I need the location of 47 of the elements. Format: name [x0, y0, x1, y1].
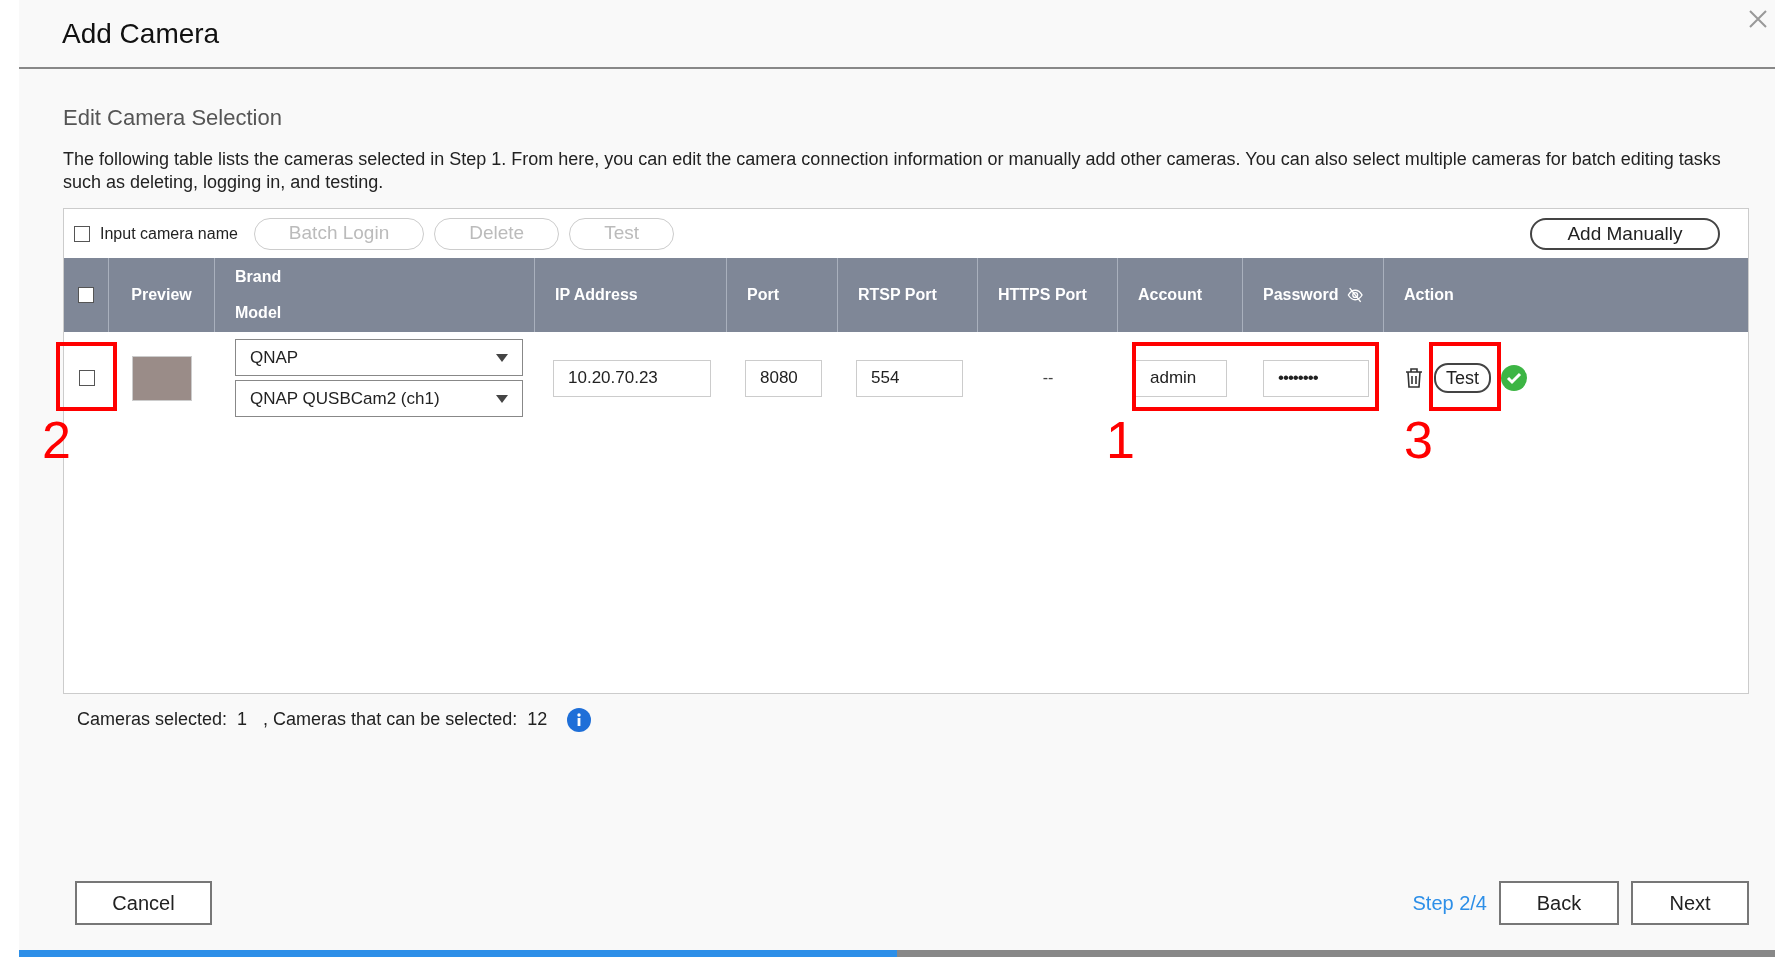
account-field[interactable]: admin	[1135, 359, 1227, 397]
checkbox-label: Input camera name	[100, 223, 238, 244]
annotation-number: 2	[42, 414, 71, 466]
ip-address-field[interactable]: 10.20.70.23	[553, 359, 711, 397]
model-dropdown[interactable]: QNAP QUSBCam2 (ch1)	[235, 380, 523, 417]
column-header: RTSP Port	[858, 285, 937, 305]
annotation-box	[56, 342, 117, 411]
camera-preview-thumbnail	[132, 355, 192, 401]
trash-icon[interactable]	[1404, 367, 1424, 389]
dialog-title: Add Camera	[62, 16, 220, 51]
brand-dropdown[interactable]: QNAP	[235, 339, 523, 376]
select-all-checkbox[interactable]	[78, 287, 94, 303]
annotation-number: 3	[1404, 414, 1433, 466]
section-title: Edit Camera Selection	[63, 104, 283, 132]
selectable-label: , Cameras that can be selected:	[263, 708, 518, 731]
row-checkbox[interactable]	[78, 370, 95, 386]
next-button[interactable]: Next	[1631, 881, 1749, 925]
column-header: IP Address	[555, 285, 638, 305]
close-icon[interactable]	[1749, 10, 1767, 28]
password-field[interactable]: ••••••••	[1263, 359, 1369, 397]
section-description: The following table lists the cameras selected in Step 1. From here, you can edit the camera connection information or manually add other cameras. You can also select multiple cameras for batch editing tasks such as deleting, logging in, and testing.	[63, 148, 1722, 194]
back-button[interactable]: Back	[1499, 881, 1619, 925]
column-header: Password	[1263, 285, 1339, 305]
selectable-count: 12	[527, 708, 548, 731]
info-icon[interactable]	[567, 707, 592, 732]
add-manually-button[interactable]: Add Manually	[1530, 217, 1720, 250]
column-header: Account	[1138, 285, 1202, 305]
port-field[interactable]: 8080	[745, 359, 822, 397]
checkbox[interactable]	[74, 225, 90, 242]
column-header: Brand	[235, 267, 283, 287]
column-header: Action	[1404, 285, 1454, 305]
column-header: Model	[235, 303, 283, 323]
https-port-value: --	[1042, 368, 1054, 388]
annotation-box	[1429, 342, 1501, 411]
selected-count: 1	[237, 708, 248, 731]
column-header: Port	[747, 285, 779, 305]
column-header: HTTPS Port	[998, 285, 1087, 305]
cancel-button[interactable]: Cancel	[75, 881, 212, 925]
selected-label: Cameras selected:	[77, 708, 228, 731]
eye-slash-icon[interactable]	[1346, 285, 1363, 305]
annotation-number: 1	[1106, 414, 1135, 466]
dropdown-caret-icon	[496, 353, 508, 362]
column-header: Preview	[131, 285, 192, 305]
test-button[interactable]: Test	[1434, 363, 1491, 393]
dropdown-caret-icon	[496, 394, 508, 403]
step-indicator: Step 2/4	[1412, 891, 1487, 916]
rtsp-port-field[interactable]: 554	[856, 359, 963, 397]
